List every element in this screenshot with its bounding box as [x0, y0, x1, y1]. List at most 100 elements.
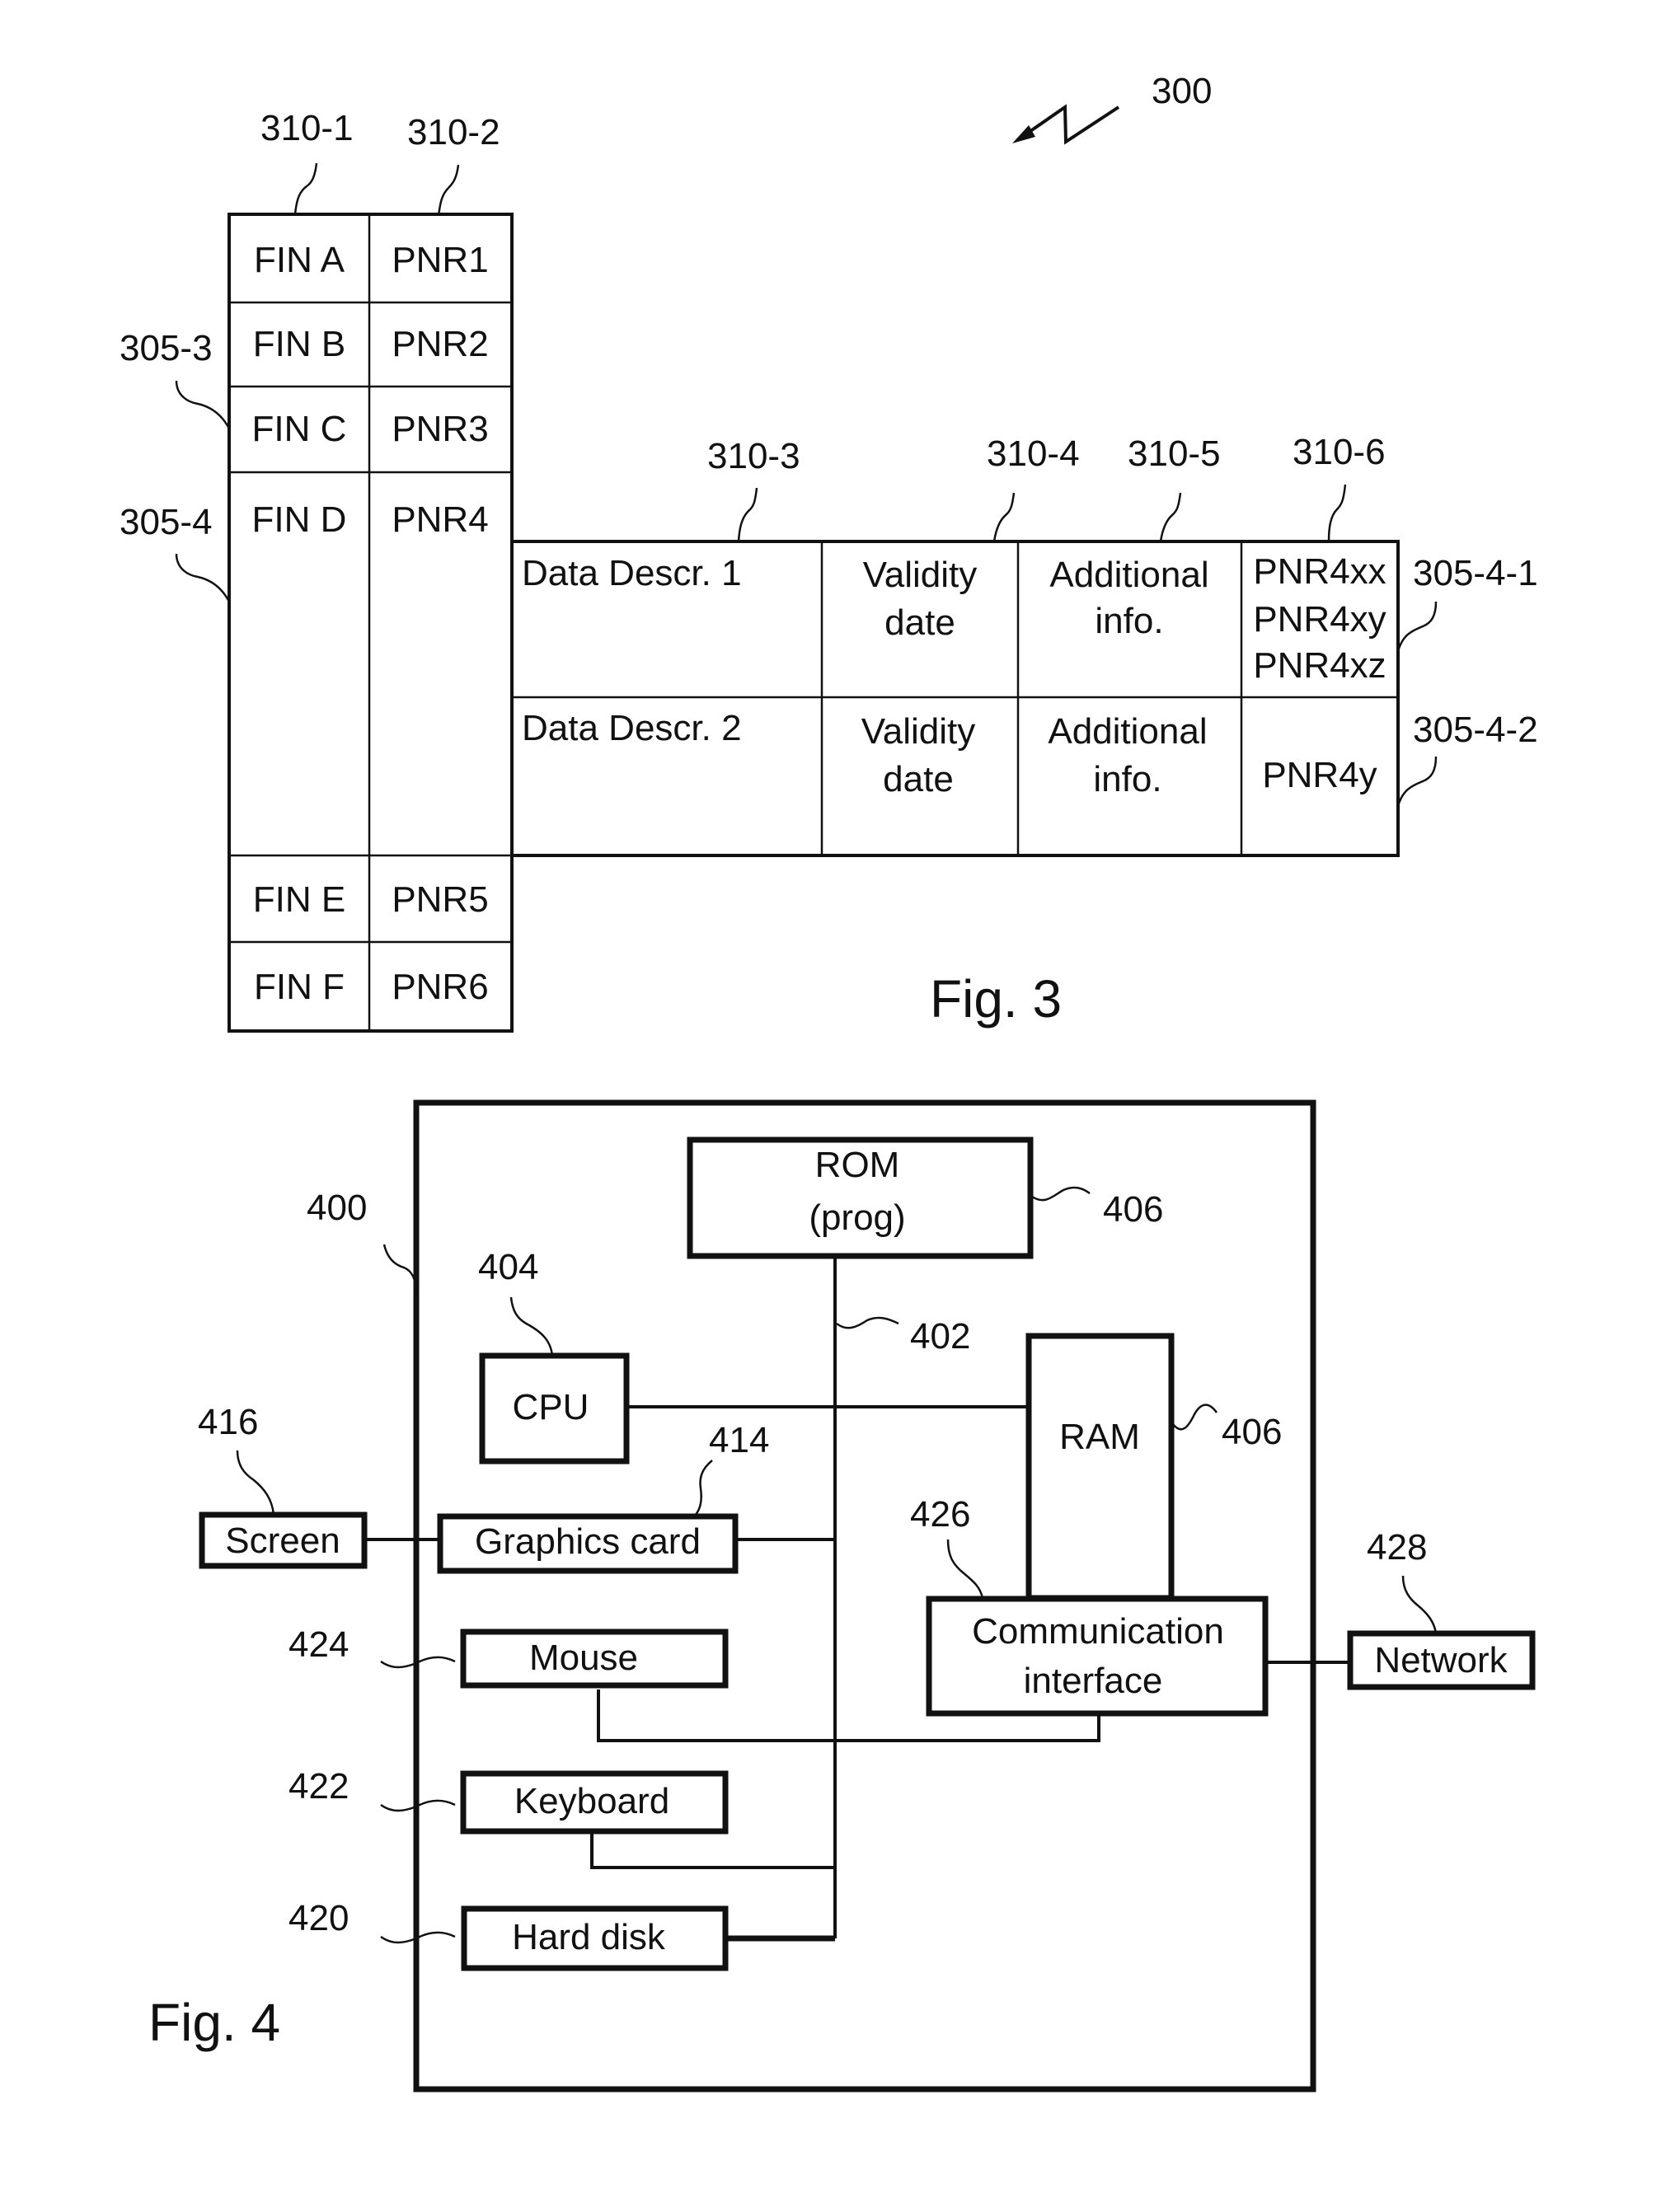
rom-label-line2: (prog) — [809, 1197, 905, 1238]
ref-420: 420 — [289, 1898, 349, 1938]
leader-310-5 — [1159, 492, 1182, 542]
validity-cell-line1: Validity — [863, 555, 978, 595]
ref-300-zigzag-arrow — [1020, 104, 1120, 145]
keyboard-block: Keyboard — [460, 1770, 729, 1835]
info-cell-line1: Additional — [1048, 711, 1207, 752]
data-descr-cell: Data Descr. 2 — [522, 708, 742, 748]
data-descr-cell: Data Descr. 1 — [522, 553, 742, 593]
leader-305-4 — [175, 553, 231, 602]
fig4-caption: Fig. 4 — [148, 1993, 280, 2052]
pnr-sub-cell: PNR4xx — [1253, 551, 1386, 592]
ref-310-5: 310-5 — [1128, 433, 1221, 474]
comm-interface-label-line1: Communication — [972, 1611, 1224, 1652]
leader-406-rom — [1031, 1186, 1091, 1202]
leader-404 — [509, 1296, 554, 1357]
table-row: Data Descr. 2 Validity date Additional i… — [522, 708, 1377, 799]
main-table: FIN A PNR1 FIN B PNR2 FIN C PNR3 FIN D P… — [228, 213, 514, 1033]
validity-cell-line2: date — [884, 602, 955, 643]
pnr-cell: PNR6 — [392, 967, 488, 1007]
ram-box — [1025, 1333, 1175, 1601]
fin-cell: FIN E — [253, 879, 345, 920]
ref-310-4: 310-4 — [987, 433, 1080, 474]
leader-305-4-2 — [1396, 756, 1438, 807]
fig3-caption: Fig. 3 — [930, 969, 1062, 1029]
ref-400: 400 — [307, 1188, 367, 1228]
ram-block: RAM — [1025, 1333, 1175, 1601]
pnr-cell: PNR2 — [392, 324, 488, 364]
ram-label: RAM — [1059, 1417, 1140, 1457]
arrowhead-icon — [1012, 125, 1035, 143]
ref-305-4-2: 305-4-2 — [1413, 710, 1538, 750]
ref-310-3: 310-3 — [707, 436, 800, 476]
fig4: 400 ROM (prog) 406 402 CPU 404 RAM 406 G… — [148, 1099, 1536, 2092]
fin-cell: FIN B — [253, 324, 345, 364]
keyboard-bus-link — [590, 1830, 835, 1869]
screen-block: Screen — [199, 1511, 368, 1569]
patent-figures: 300 310-1 310-2 305-3 305-4 FIN A PNR1 F… — [120, 71, 1538, 2092]
fin-cell: FIN A — [254, 240, 345, 280]
leader-310-1 — [293, 162, 318, 215]
rom-block: ROM (prog) — [687, 1136, 1034, 1259]
validity-cell-line1: Validity — [861, 711, 976, 752]
fin-cell: FIN D — [252, 499, 347, 540]
fin-cell: FIN F — [254, 967, 345, 1007]
table-row: FIN F PNR6 — [254, 967, 489, 1007]
info-cell-line1: Additional — [1049, 555, 1208, 595]
ref-426: 426 — [910, 1494, 970, 1535]
ref-406-ram: 406 — [1222, 1412, 1282, 1452]
leader-310-2 — [437, 164, 460, 217]
leader-310-6 — [1327, 484, 1347, 542]
table-row: Data Descr. 1 Validity date Additional i… — [522, 551, 1386, 686]
comm-interface-block: Communication interface — [926, 1596, 1269, 1717]
pnr-sub-cell: PNR4y — [1262, 755, 1377, 795]
info-cell-line2: info. — [1093, 759, 1161, 799]
leader-428 — [1401, 1575, 1438, 1634]
pnr-cell: PNR3 — [392, 409, 488, 449]
ref-404: 404 — [478, 1247, 538, 1287]
mouse-label: Mouse — [529, 1638, 638, 1678]
table-row: FIN A PNR1 — [254, 240, 489, 280]
ref-300: 300 — [1152, 71, 1212, 111]
hard-disk-label: Hard disk — [512, 1917, 666, 1957]
graphics-card-block: Graphics card — [437, 1513, 739, 1574]
leader-305-4-1 — [1396, 601, 1438, 652]
validity-cell-line2: date — [883, 759, 954, 799]
comm-interface-label-line2: interface — [1024, 1661, 1163, 1701]
leader-400 — [382, 1244, 418, 1291]
ref-305-4: 305-4 — [120, 502, 213, 542]
mouse-block: Mouse — [460, 1629, 729, 1689]
table-row: FIN B PNR2 — [253, 324, 489, 364]
pnr-cell: PNR5 — [392, 879, 488, 920]
ref-305-4-1: 305-4-1 — [1413, 553, 1538, 593]
leader-406-ram — [1172, 1404, 1218, 1431]
info-cell-line2: info. — [1095, 601, 1163, 641]
cpu-block: CPU — [479, 1352, 630, 1465]
fig3: 300 310-1 310-2 305-3 305-4 FIN A PNR1 F… — [120, 71, 1538, 1033]
cpu-label: CPU — [513, 1387, 589, 1427]
ref-414: 414 — [709, 1420, 769, 1460]
network-block: Network — [1347, 1630, 1536, 1690]
pnr-sub-cell: PNR4xy — [1253, 599, 1386, 640]
graphics-card-label: Graphics card — [475, 1521, 701, 1562]
ref-406-rom: 406 — [1103, 1189, 1163, 1230]
table-row: FIN E PNR5 — [253, 879, 489, 920]
ref-428: 428 — [1367, 1527, 1427, 1568]
ref-310-2: 310-2 — [407, 112, 500, 152]
rom-label-line1: ROM — [815, 1145, 900, 1185]
screen-label: Screen — [225, 1521, 340, 1561]
ref-422: 422 — [289, 1766, 349, 1807]
leader-310-4 — [992, 492, 1016, 542]
ref-416: 416 — [198, 1402, 258, 1442]
leader-414 — [693, 1460, 713, 1517]
pnr-sub-cell: PNR4xz — [1253, 645, 1386, 686]
keyboard-label: Keyboard — [514, 1781, 669, 1821]
leader-402 — [836, 1316, 899, 1329]
sub-table: Data Descr. 1 Validity date Additional i… — [510, 540, 1400, 857]
ref-310-1: 310-1 — [260, 108, 354, 148]
pnr-cell: PNR4 — [392, 499, 488, 540]
network-label: Network — [1374, 1640, 1508, 1680]
fin-cell: FIN C — [252, 409, 347, 449]
pnr-cell: PNR1 — [392, 240, 488, 280]
leader-305-3 — [175, 380, 231, 429]
ref-402: 402 — [910, 1316, 970, 1357]
